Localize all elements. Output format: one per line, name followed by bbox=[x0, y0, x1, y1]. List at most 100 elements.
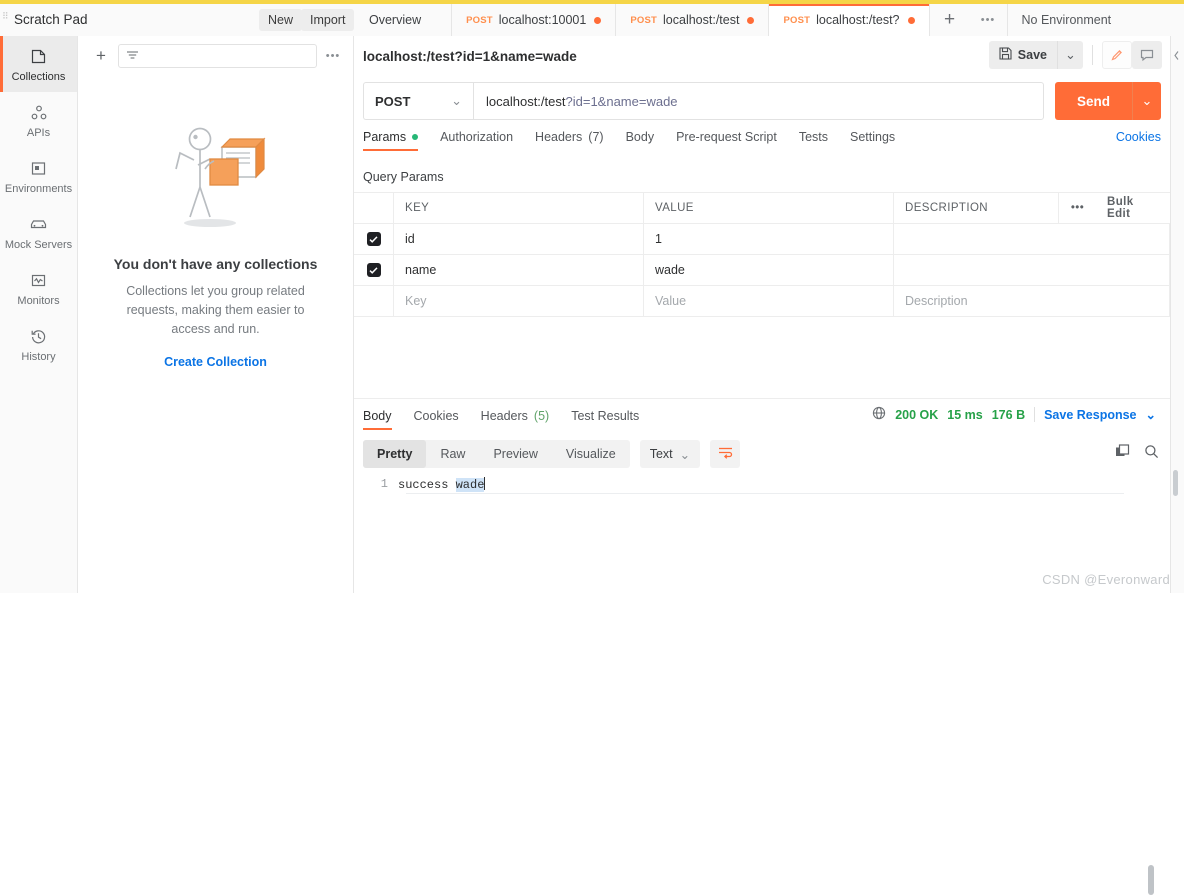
response-body-text[interactable]: success wade bbox=[398, 477, 486, 492]
response-scrollbar-thumb[interactable] bbox=[1148, 865, 1154, 895]
tab-settings[interactable]: Settings bbox=[850, 130, 895, 151]
window-scrollbar-thumb[interactable] bbox=[1173, 470, 1178, 496]
table-placeholder-row[interactable]: Key Value Description bbox=[354, 285, 1170, 317]
response-tab-body[interactable]: Body bbox=[363, 409, 392, 430]
request-tab-1[interactable]: POST localhost:/test bbox=[616, 4, 770, 36]
comment-icon[interactable] bbox=[1132, 41, 1162, 69]
save-response-button[interactable]: Save Response bbox=[1044, 408, 1136, 422]
chevron-down-icon: ⌄ bbox=[679, 447, 691, 462]
search-icon[interactable] bbox=[1144, 444, 1159, 462]
response-size: 176 B bbox=[991, 407, 1026, 422]
save-response-caret-icon[interactable]: ⌄ bbox=[1146, 407, 1156, 422]
response-tab-headers[interactable]: Headers (5) bbox=[481, 409, 550, 430]
sidebar-item-history[interactable]: History bbox=[0, 316, 77, 372]
request-tab-0-method: POST bbox=[466, 14, 493, 26]
placeholder-key-input[interactable]: Key bbox=[394, 285, 644, 317]
row-key[interactable]: id bbox=[394, 223, 644, 255]
request-tab-2-label: localhost:/test? bbox=[816, 13, 900, 27]
tab-params[interactable]: Params bbox=[363, 130, 419, 151]
row-description[interactable] bbox=[894, 254, 1170, 286]
app-left-header: ⠿ Scratch Pad New Import bbox=[0, 4, 355, 36]
tab-body[interactable]: Body bbox=[626, 130, 655, 151]
row-value[interactable]: 1 bbox=[644, 223, 894, 255]
sidebar-item-mock-servers[interactable]: Mock Servers bbox=[0, 204, 77, 260]
code-line: 1 success wade bbox=[354, 477, 1170, 492]
request-tab-2[interactable]: POST localhost:/test? bbox=[769, 4, 930, 36]
format-visualize[interactable]: Visualize bbox=[552, 440, 630, 468]
tab-headers-label: Headers bbox=[535, 130, 583, 144]
collections-icon bbox=[30, 46, 47, 68]
tab-settings-label: Settings bbox=[850, 130, 896, 144]
word-wrap-toggle[interactable] bbox=[710, 440, 741, 468]
tab-overview[interactable]: Overview bbox=[355, 4, 453, 36]
placeholder-value-input[interactable]: Value bbox=[644, 285, 894, 317]
row-checkbox[interactable] bbox=[366, 232, 381, 246]
response-tab-cookies[interactable]: Cookies bbox=[414, 409, 459, 430]
tab-body-label: Body bbox=[625, 130, 655, 144]
request-title: localhost:/test?id=1&name=wade bbox=[363, 48, 577, 64]
table-row[interactable]: id 1 bbox=[354, 223, 1170, 255]
tab-headers[interactable]: Headers (7) bbox=[535, 130, 604, 151]
new-tab-button[interactable]: + bbox=[929, 4, 970, 36]
url-input[interactable]: localhost:/test ?id=1&name=wade bbox=[473, 82, 1044, 120]
save-button-label: Save bbox=[1017, 48, 1047, 62]
new-button[interactable]: New bbox=[259, 9, 303, 31]
empty-state-title: You don't have any collections bbox=[113, 256, 318, 272]
sidebar-item-environments[interactable]: Environments bbox=[0, 148, 77, 204]
filter-icon bbox=[126, 49, 139, 64]
table-more-button[interactable]: ••• bbox=[1059, 193, 1096, 224]
tab-pre-request-script[interactable]: Pre-request Script bbox=[676, 130, 777, 151]
create-collection-link[interactable]: Create Collection bbox=[78, 355, 353, 369]
bulk-edit-button[interactable]: Bulk Edit bbox=[1096, 193, 1170, 224]
url-query-text: ?id=1&name=wade bbox=[565, 93, 678, 109]
import-button[interactable]: Import bbox=[301, 9, 355, 31]
tab-authorization[interactable]: Authorization bbox=[440, 130, 513, 151]
save-button[interactable]: Save bbox=[988, 41, 1057, 69]
environments-icon bbox=[30, 158, 47, 180]
environment-selector[interactable]: No Environment ⌄ bbox=[1007, 4, 1184, 36]
method-selector[interactable]: POST ⌄ bbox=[363, 82, 473, 120]
request-tab-0[interactable]: POST localhost:10001 bbox=[452, 4, 617, 36]
response-format-toolbar: Pretty Raw Preview Visualize Text ⌄ bbox=[363, 439, 1161, 469]
format-preview[interactable]: Preview bbox=[479, 440, 551, 468]
format-pretty[interactable]: Pretty bbox=[363, 440, 427, 468]
collections-toolbar: + ••• bbox=[78, 36, 353, 76]
header-value: VALUE bbox=[644, 192, 894, 224]
response-tab-test-results[interactable]: Test Results bbox=[571, 409, 639, 430]
tab-tests[interactable]: Tests bbox=[799, 130, 828, 151]
divider bbox=[1034, 407, 1036, 422]
send-button[interactable]: Send bbox=[1055, 82, 1132, 120]
cookies-link[interactable]: Cookies bbox=[1116, 130, 1161, 144]
response-tab-headers-label: Headers bbox=[480, 409, 528, 423]
row-value[interactable]: wade bbox=[644, 254, 894, 286]
placeholder-description-input[interactable]: Description bbox=[894, 285, 1170, 317]
sidebar-item-apis[interactable]: APIs bbox=[0, 92, 77, 148]
row-key[interactable]: name bbox=[394, 254, 644, 286]
history-icon bbox=[30, 326, 47, 348]
edit-pencil-icon[interactable] bbox=[1102, 41, 1132, 69]
sidebar-item-collections[interactable]: Collections bbox=[0, 36, 77, 92]
response-type-selector[interactable]: Text ⌄ bbox=[639, 440, 701, 468]
documentation-icon[interactable] bbox=[1171, 50, 1184, 61]
sidebar-item-monitors[interactable]: Monitors bbox=[0, 260, 77, 316]
drag-handle-icon[interactable]: ⠿ bbox=[2, 12, 9, 28]
response-body-editor[interactable]: 1 success wade bbox=[354, 477, 1170, 577]
mock-servers-icon bbox=[29, 214, 48, 236]
collections-pane: + ••• You don't have any collections Col… bbox=[78, 36, 354, 593]
save-options-button[interactable]: ⌄ bbox=[1057, 41, 1083, 69]
table-row[interactable]: name wade bbox=[354, 254, 1170, 286]
response-body-plain: success bbox=[398, 478, 456, 492]
copy-icon[interactable] bbox=[1115, 444, 1130, 462]
empty-collections-illustration-icon bbox=[78, 124, 353, 234]
row-description[interactable] bbox=[894, 223, 1170, 255]
format-raw[interactable]: Raw bbox=[426, 440, 479, 468]
add-collection-button[interactable]: + bbox=[88, 43, 114, 69]
response-tab-test-results-label: Test Results bbox=[571, 409, 640, 423]
collections-filter-input[interactable] bbox=[118, 44, 317, 68]
collections-more-button[interactable]: ••• bbox=[323, 50, 343, 62]
tabs-more-button[interactable]: ••• bbox=[969, 4, 1008, 36]
header-check-cell bbox=[354, 192, 394, 224]
send-options-button[interactable]: ⌄ bbox=[1132, 82, 1161, 120]
table-header-row: KEY VALUE DESCRIPTION ••• Bulk Edit bbox=[354, 192, 1170, 224]
row-checkbox[interactable] bbox=[366, 263, 381, 277]
